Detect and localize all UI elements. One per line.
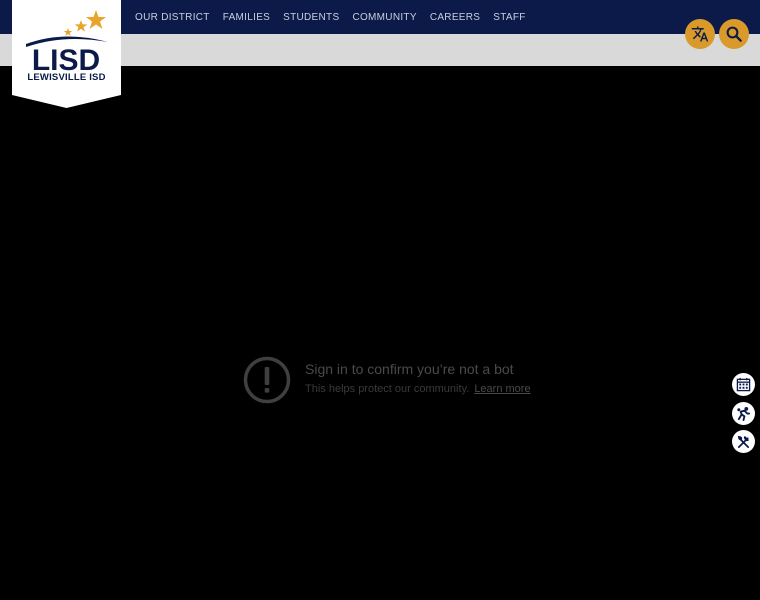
learn-more-link[interactable]: Learn more <box>474 383 530 395</box>
nav-item-community[interactable]: COMMUNITY <box>352 12 416 23</box>
calendar-icon <box>736 377 751 392</box>
page: OUR DISTRICT FAMILIES STUDENTS COMMUNITY… <box>0 0 760 600</box>
athletics-button[interactable] <box>732 402 755 425</box>
nav-item-staff[interactable]: STAFF <box>493 12 525 23</box>
video-bot-notice: Sign in to confirm you’re not a bot This… <box>243 356 543 406</box>
search-icon <box>726 26 742 42</box>
translate-button[interactable] <box>685 19 715 49</box>
nav-item-our-district[interactable]: OUR DISTRICT <box>135 12 210 23</box>
bot-notice-subtitle: This helps protect our community. Learn … <box>305 383 531 395</box>
logo-text: LEWISVILLE ISD <box>27 72 106 83</box>
alert-icon <box>243 356 291 404</box>
main-nav: OUR DISTRICT FAMILIES STUDENTS COMMUNITY… <box>135 0 526 34</box>
logo-badge: LISD <box>12 0 121 108</box>
district-logo[interactable]: LISD LEWISVILLE ISD <box>12 0 121 108</box>
search-button[interactable] <box>719 19 749 49</box>
bot-notice-text: This helps protect our community. <box>305 383 470 395</box>
bot-notice-title: Sign in to confirm you’re not a bot <box>305 361 514 377</box>
translate-icon <box>691 26 709 42</box>
nav-item-students[interactable]: STUDENTS <box>283 12 339 23</box>
nav-item-careers[interactable]: CAREERS <box>430 12 480 23</box>
sports-icon <box>737 406 751 421</box>
nav-item-families[interactable]: FAMILIES <box>223 12 270 23</box>
dining-button[interactable] <box>732 430 755 453</box>
dining-icon <box>737 435 750 448</box>
calendar-button[interactable] <box>732 373 755 396</box>
